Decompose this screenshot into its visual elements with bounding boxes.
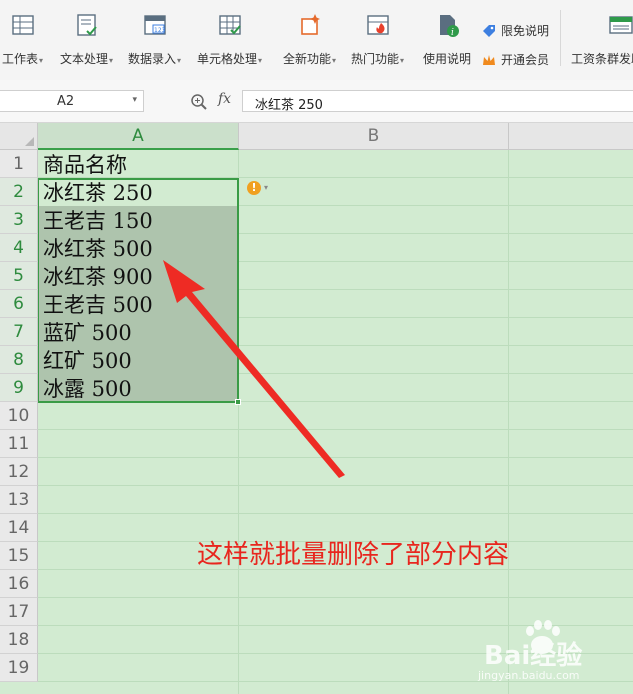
zoom-icon[interactable] [190,93,208,111]
text-process-icon [74,12,100,38]
payslip-label: 工资条群发助 [571,52,633,66]
manual-label: 使用说明 [423,52,472,66]
watermark-brand: Bai经验 [484,641,583,671]
new-feature-button[interactable]: 全新功能▾ [283,12,336,72]
formula-input[interactable]: 冰红茶 250 [242,90,633,113]
text-process-button[interactable]: 文本处理▾ [60,12,113,72]
hot-feature-label: 热门功能 [351,52,400,66]
worksheet-label: 工作表 [2,52,39,66]
data-entry-label: 数据录入 [128,52,177,66]
name-box-value: A2 [57,94,75,109]
formula-bar: A2 ▾ fx 冰红茶 250 [0,80,633,123]
text-process-label: 文本处理 [60,52,109,66]
ribbon-topline [0,0,633,6]
red-arrow-annotation [163,260,345,478]
open-vip-label: 开通会员 [501,53,550,67]
manual-button[interactable]: i 使用说明 [423,12,471,72]
svg-text:i: i [451,28,454,38]
data-entry-button[interactable]: 123 数据录入▾ [128,12,181,72]
hot-feature-button[interactable]: 热门功能▾ [351,12,404,72]
spreadsheet-grid[interactable]: A B 1 2 3 4 5 6 7 8 9 10 11 12 13 14 15 16 17 18 19 商品名称 冰红… [0,123,633,694]
annotation-text: 这样就批量删除了部分内容 [197,540,510,570]
data-entry-icon: 123 [142,12,168,38]
cell-process-label: 单元格处理 [197,52,258,66]
new-feature-icon [297,12,323,38]
chevron-down-icon: ▾ [400,56,405,65]
ribbon-toolbar: 工作表▾ 文本处理▾ 123 数据录入▾ 单元格处理▾ 全新功能▾ 热门功能▾ … [0,0,633,81]
ribbon-divider [560,10,561,66]
free-trial-label: 限免说明 [501,24,550,38]
chevron-down-icon[interactable]: ▾ [132,95,137,105]
crown-icon [482,53,496,67]
chevron-down-icon: ▾ [177,56,182,65]
payslip-icon [608,12,633,38]
chevron-down-icon: ▾ [39,56,44,65]
cell-process-button[interactable]: 单元格处理▾ [197,12,262,72]
free-trial-link[interactable]: 限免说明 [482,22,549,39]
fx-button[interactable]: fx [218,91,231,107]
chevron-down-icon: ▾ [109,56,114,65]
manual-icon: i [434,12,460,38]
chevron-down-icon: ▾ [258,56,263,65]
chevron-down-icon: ▾ [332,56,337,65]
cell-process-icon [217,12,243,38]
new-feature-label: 全新功能 [283,52,332,66]
hot-feature-icon [365,12,391,38]
svg-text:123: 123 [154,27,166,34]
worksheet-button[interactable]: 工作表▾ [2,12,43,72]
payslip-button[interactable]: 工资条群发助 [571,12,633,72]
worksheet-icon [10,12,36,38]
tag-icon [482,24,496,38]
watermark-url: jingyan.baidu.com [478,669,580,682]
name-box[interactable]: A2 ▾ [0,90,144,112]
open-vip-link[interactable]: 开通会员 [482,51,549,68]
